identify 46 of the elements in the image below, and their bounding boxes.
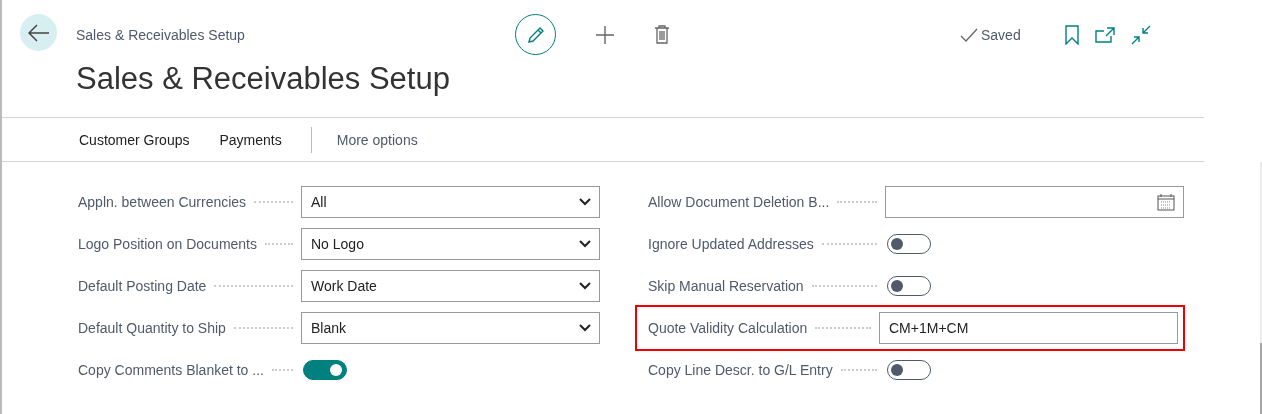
page-title: Sales & Receivables Setup (76, 61, 451, 97)
dotted-leader (811, 285, 877, 287)
field-label: Allow Document Deletion B... (648, 194, 830, 210)
dotted-leader (254, 201, 293, 203)
toggle-switch[interactable] (303, 360, 347, 380)
dropdown-field[interactable]: Blank (301, 312, 600, 344)
action-button[interactable]: Payments (216, 127, 285, 152)
chevron-down-icon (579, 198, 591, 206)
dotted-leader (271, 369, 293, 371)
dotted-leader (265, 243, 293, 245)
dropdown-field[interactable]: All (301, 186, 600, 218)
bookmark-icon[interactable] (1064, 25, 1079, 45)
field-label: Appln. between Currencies (78, 194, 247, 210)
field-label: Logo Position on Documents (78, 236, 257, 252)
dotted-leader (815, 327, 871, 329)
input-field[interactable]: CM+1M+CM (879, 312, 1178, 344)
collapse-icon[interactable] (1130, 25, 1151, 45)
saved-status: Saved (981, 27, 1021, 43)
chevron-down-icon (579, 324, 591, 332)
field-label: Copy Comments Blanket to ... (78, 362, 264, 378)
dotted-leader (840, 369, 877, 371)
field-label: Default Posting Date (78, 278, 207, 294)
dotted-leader (837, 201, 877, 203)
more-options-button[interactable]: More options (333, 127, 421, 152)
calendar-icon[interactable] (1157, 193, 1175, 211)
back-arrow-icon (27, 23, 50, 42)
check-icon (960, 28, 978, 42)
edit-button[interactable] (515, 14, 556, 55)
field-label: Ignore Updated Addresses (648, 236, 814, 252)
trash-icon[interactable] (654, 25, 670, 44)
chevron-down-icon (579, 240, 591, 248)
add-icon[interactable] (595, 24, 615, 45)
field-label: Skip Manual Reservation (648, 278, 804, 294)
dotted-leader (233, 327, 293, 329)
dropdown-field[interactable]: Work Date (301, 270, 600, 302)
dotted-leader (821, 243, 877, 245)
field-label: Default Quantity to Ship (78, 320, 226, 336)
open-new-window-icon[interactable] (1094, 27, 1115, 43)
action-button[interactable]: Customer Groups (76, 127, 193, 152)
dropdown-field[interactable]: No Logo (301, 228, 600, 260)
field-label: Copy Line Descr. to G/L Entry (648, 362, 833, 378)
breadcrumb: Sales & Receivables Setup (76, 27, 246, 43)
back-button[interactable] (20, 14, 57, 51)
chevron-down-icon (579, 282, 591, 290)
date-field[interactable] (885, 186, 1184, 218)
field-label: Quote Validity Calculation (648, 320, 808, 336)
